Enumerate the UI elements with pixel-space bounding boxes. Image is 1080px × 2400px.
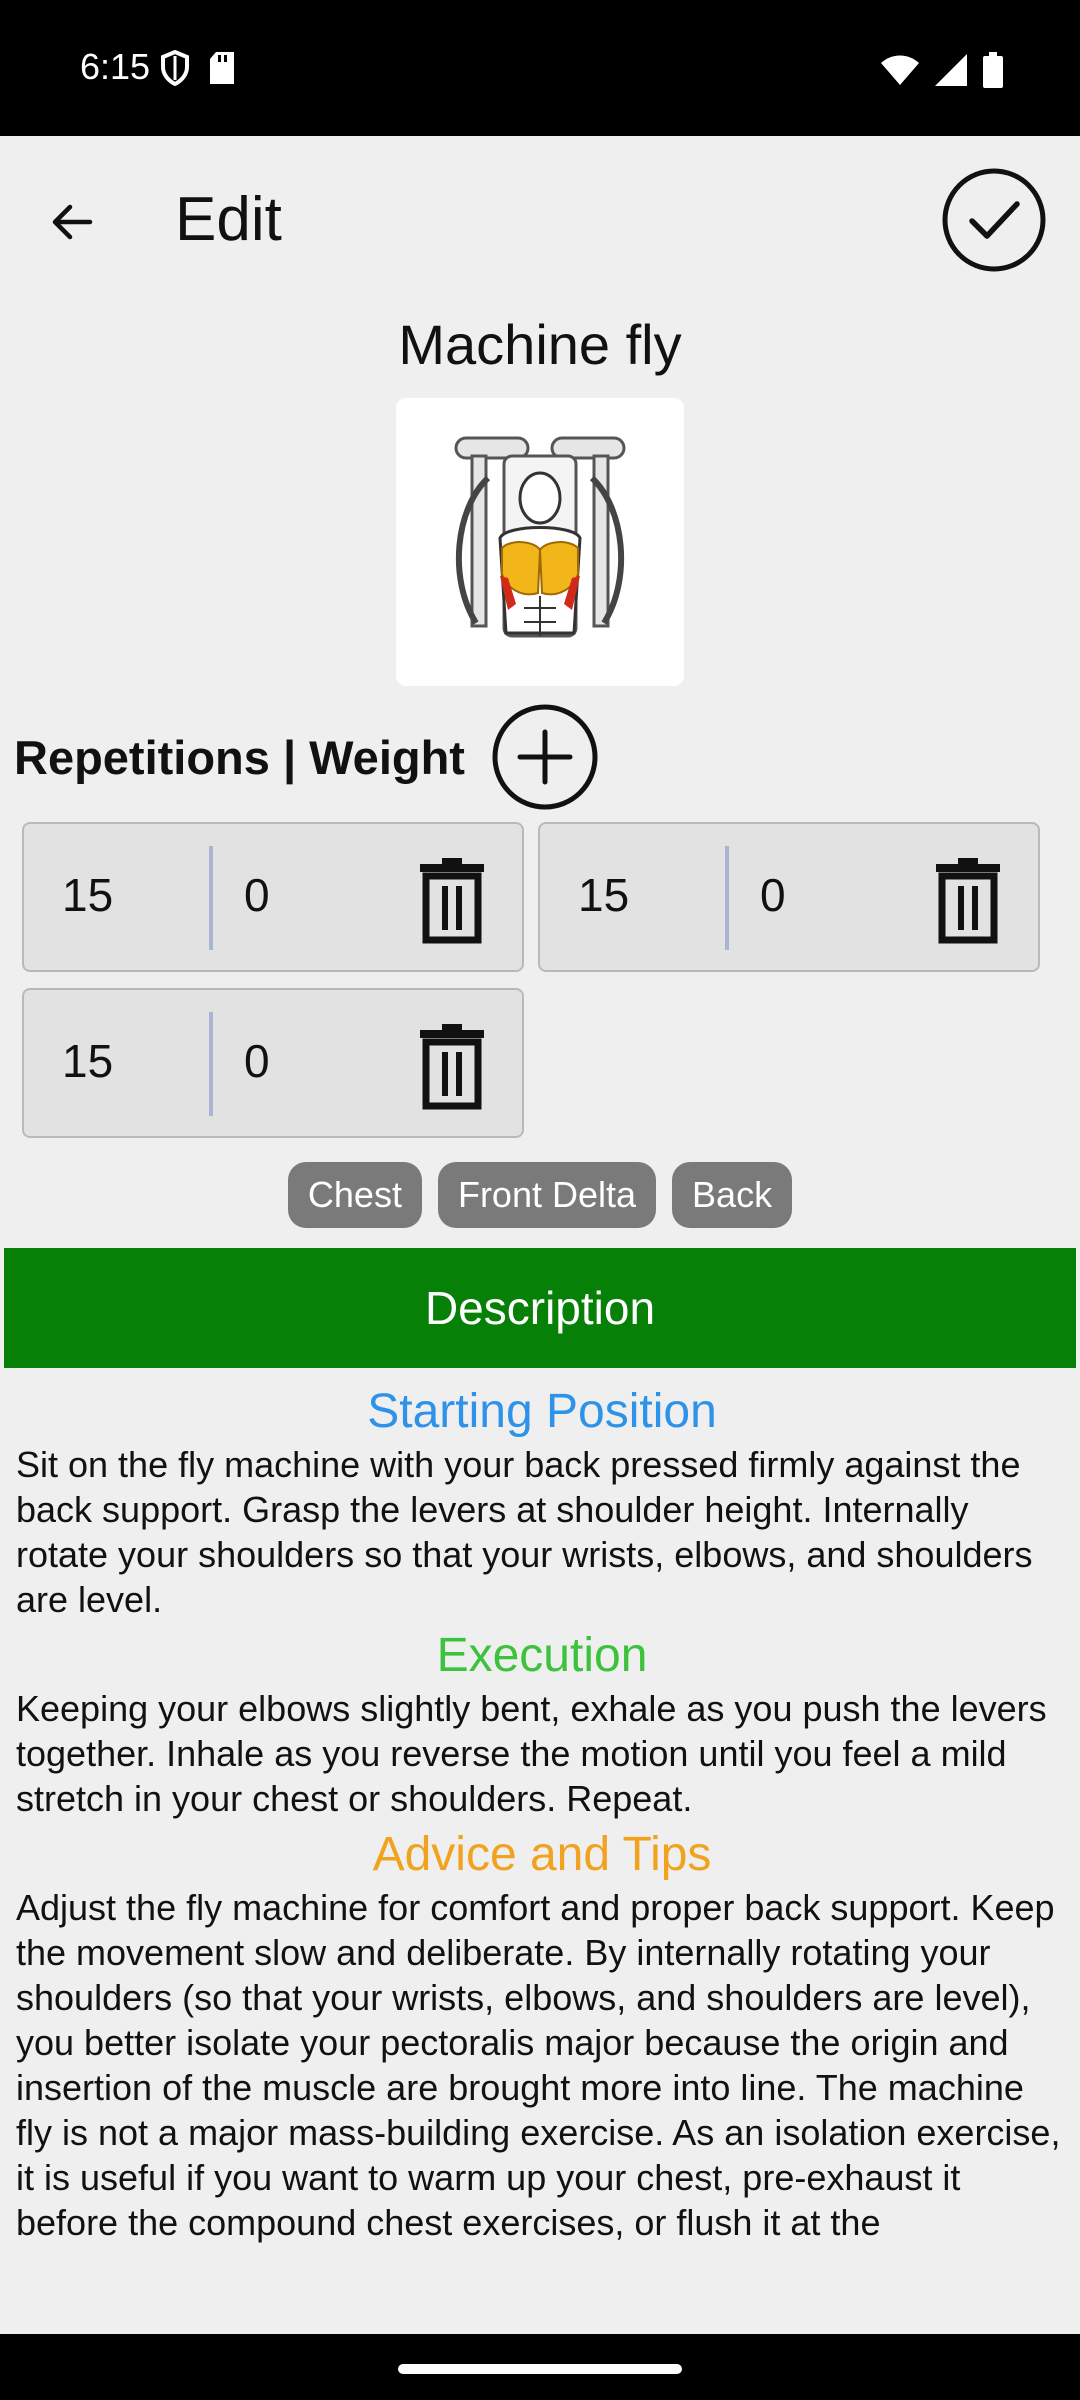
field-divider [209, 846, 213, 950]
battery-icon [983, 52, 1003, 88]
save-button[interactable] [940, 166, 1048, 274]
arrow-back-icon [52, 204, 93, 240]
muscle-chip-back[interactable]: Back [672, 1162, 793, 1228]
wifi-icon [881, 55, 919, 85]
set-card: 15 0 [22, 988, 524, 1138]
trash-icon [936, 858, 1000, 944]
home-indicator[interactable] [398, 2364, 682, 2374]
sets-header: Repetitions | Weight [14, 731, 465, 784]
description-banner[interactable]: Description [4, 1248, 1076, 1368]
sd-card-icon [210, 52, 234, 84]
add-set-button[interactable] [490, 702, 600, 812]
exercise-image [396, 398, 684, 686]
status-bar: 6:15 [0, 0, 1080, 136]
delete-set-button[interactable] [412, 1022, 492, 1110]
field-divider [725, 846, 729, 950]
muscle-chips: Chest Front Delta Back [0, 1162, 1080, 1228]
starting-position-text: Sit on the fly machine with your back pr… [16, 1444, 1033, 1620]
delete-set-button[interactable] [928, 856, 1008, 944]
muscle-chip-chest[interactable]: Chest [287, 1162, 422, 1228]
reps-input[interactable]: 15 [62, 868, 113, 922]
app-bar: Edit [0, 136, 1080, 304]
shield-icon [161, 50, 189, 86]
reps-input[interactable]: 15 [578, 868, 629, 922]
tips-title: Advice and Tips [372, 1828, 712, 1881]
muscle-chip-front-delta[interactable]: Front Delta [437, 1162, 657, 1228]
check-circle-icon [942, 168, 1046, 272]
trash-icon [420, 858, 484, 944]
execution-text: Keeping your elbows slightly bent, exhal… [16, 1688, 1047, 1819]
delete-set-button[interactable] [412, 856, 492, 944]
back-button[interactable] [30, 180, 114, 264]
weight-input[interactable]: 0 [244, 868, 270, 922]
weight-input[interactable]: 0 [760, 868, 786, 922]
weight-input[interactable]: 0 [244, 1034, 270, 1088]
status-time: 6:15 [80, 46, 151, 87]
add-circle-icon [492, 704, 598, 810]
reps-input[interactable]: 15 [62, 1034, 113, 1088]
tips-text: Adjust the fly machine for comfort and p… [16, 1887, 1061, 2243]
signal-icon [935, 54, 967, 86]
exercise-name: Machine fly [398, 313, 682, 376]
field-divider [209, 1012, 213, 1116]
navigation-bar [0, 2334, 1080, 2400]
description-content[interactable]: Starting Position Sit on the fly machine… [16, 1382, 1068, 2334]
set-card: 15 0 [22, 822, 524, 972]
starting-position-title: Starting Position [367, 1385, 717, 1438]
execution-title: Execution [436, 1629, 648, 1682]
machine-fly-illustration [454, 436, 626, 638]
trash-icon [420, 1024, 484, 1110]
page-title: Edit [175, 185, 282, 254]
set-card: 15 0 [538, 822, 1040, 972]
